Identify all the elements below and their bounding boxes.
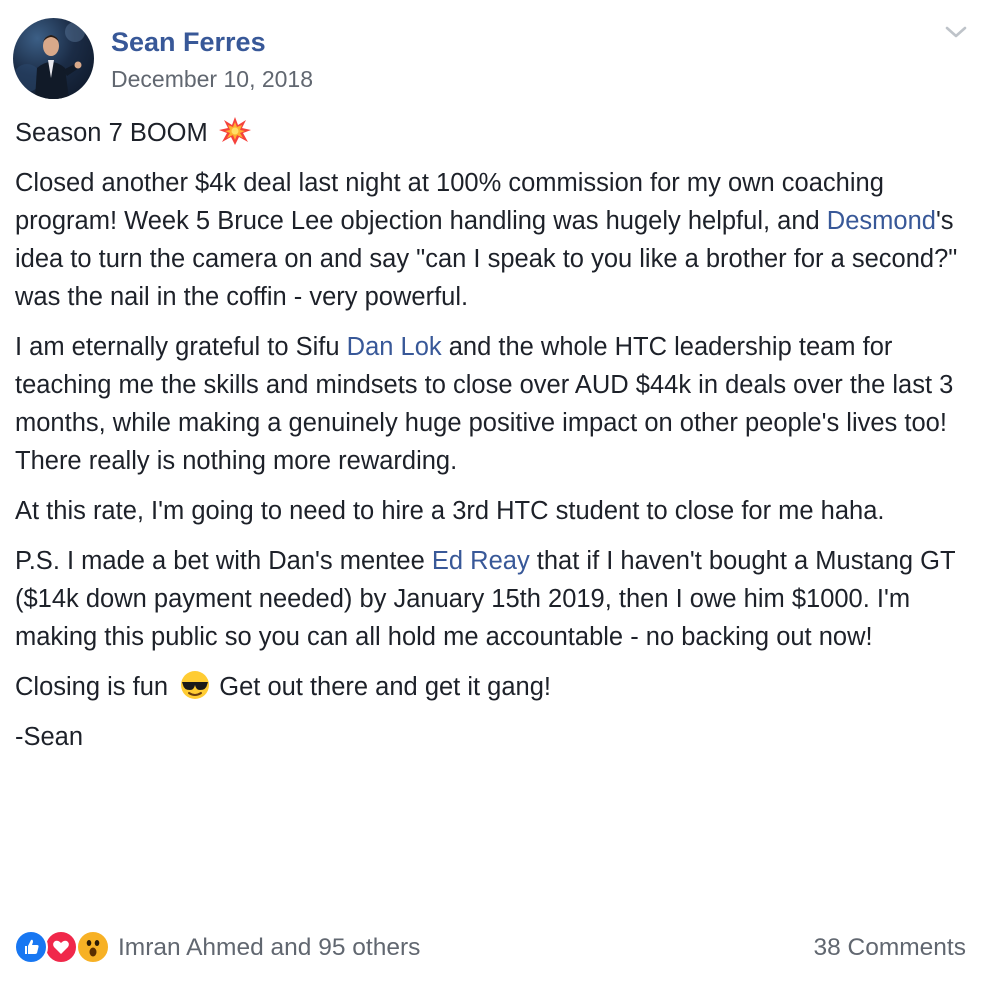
post-text: Get out there and get it gang!: [212, 673, 551, 701]
comments-count[interactable]: 38 Comments: [813, 931, 966, 965]
paragraph-2: Closed another $4k deal last night at 10…: [15, 164, 975, 316]
sunglasses-emoji-icon: [178, 670, 212, 700]
explosion-emoji-icon: [218, 116, 252, 146]
paragraph-7: -Sean: [15, 718, 975, 756]
post-text: Closed another $4k deal last night at 10…: [15, 169, 884, 235]
paragraph-5: P.S. I made a bet with Dan's mentee Ed R…: [15, 542, 975, 656]
post-text: -Sean: [15, 723, 84, 751]
post-timestamp[interactable]: December 10, 2018: [111, 63, 313, 95]
author-avatar[interactable]: [13, 18, 94, 99]
love-icon: [44, 930, 78, 964]
mention-dan-lok[interactable]: Dan Lok: [347, 333, 442, 361]
wow-icon: [76, 930, 110, 964]
paragraph-1: Season 7 BOOM: [15, 114, 975, 152]
author-name[interactable]: Sean Ferres: [111, 24, 266, 60]
post-text: I am eternally grateful to Sifu: [15, 333, 347, 361]
facebook-post: Sean Ferres December 10, 2018 Season 7 B…: [0, 0, 988, 984]
reaction-icons[interactable]: [14, 930, 114, 966]
paragraph-3: I am eternally grateful to Sifu Dan Lok …: [15, 328, 975, 480]
reactions-summary[interactable]: Imran Ahmed and 95 others: [118, 931, 420, 965]
chevron-down-icon[interactable]: [942, 20, 970, 44]
mention-ed-reay[interactable]: Ed Reay: [432, 547, 530, 575]
like-icon: [14, 930, 48, 964]
post-text: Season 7 BOOM: [15, 119, 208, 147]
paragraph-4: At this rate, I'm going to need to hire …: [15, 492, 975, 530]
paragraph-6: Closing is fun Get out there and get it …: [15, 668, 975, 706]
post-text: P.S. I made a bet with Dan's mentee: [15, 547, 432, 575]
post-text: Closing is fun: [15, 673, 169, 701]
post-text: At this rate, I'm going to need to hire …: [15, 497, 885, 525]
mention-desmond[interactable]: Desmond: [827, 207, 936, 235]
post-body: Season 7 BOOM Closed another $4k deal la…: [15, 114, 975, 768]
